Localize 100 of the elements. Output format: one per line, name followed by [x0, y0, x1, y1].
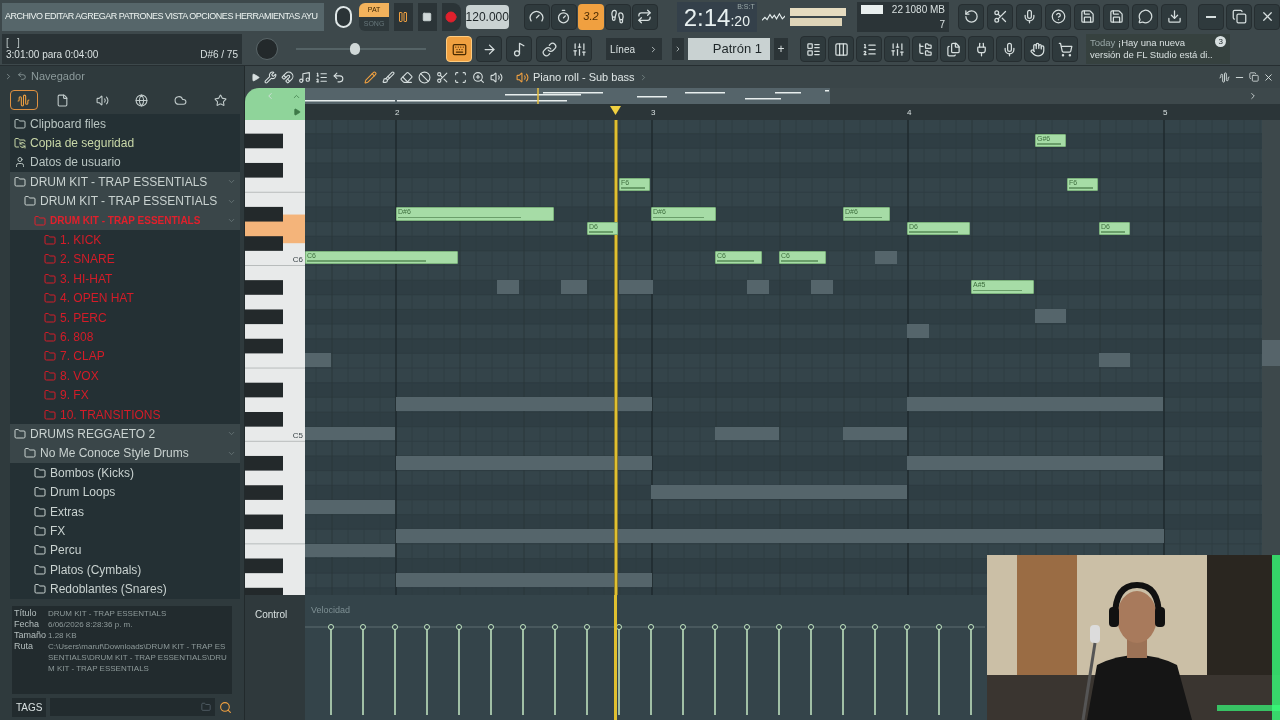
browser-button[interactable]	[912, 36, 938, 63]
tree-item[interactable]: Clipboard files	[10, 114, 240, 134]
note-icon[interactable]	[298, 70, 311, 84]
playlist-button[interactable]	[800, 36, 826, 63]
folder-icon	[14, 427, 26, 440]
tree-item[interactable]: 1. KICK	[10, 230, 240, 250]
search-icon[interactable]	[219, 700, 232, 714]
tree-item[interactable]: DRUMS REGGAETO 2	[10, 424, 240, 444]
tree-item[interactable]: Bombos (Kicks)	[10, 463, 240, 483]
help-button[interactable]	[1045, 3, 1071, 30]
blend-toggle[interactable]: 3.2	[577, 3, 604, 30]
cart-button[interactable]	[1052, 36, 1078, 63]
brush-tool[interactable]	[381, 69, 396, 85]
slice-icon	[436, 70, 449, 84]
magnet-icon[interactable]	[281, 70, 294, 84]
download-button[interactable]	[1161, 3, 1187, 30]
tempo-field[interactable]: 120.000	[465, 4, 509, 29]
ghost-note	[1099, 353, 1130, 368]
refresh-button[interactable]	[958, 3, 984, 30]
tree-item[interactable]: Drum Loops	[10, 482, 240, 502]
scissors-button[interactable]	[987, 3, 1013, 30]
stop-button[interactable]	[417, 2, 437, 31]
zoom-tool[interactable]	[471, 69, 486, 85]
add-pattern-button[interactable]: +	[774, 38, 788, 61]
back-icon[interactable]	[17, 71, 27, 81]
plug-button[interactable]	[968, 36, 994, 63]
mute-tool[interactable]	[417, 69, 432, 85]
tree-item[interactable]: Datos de usuario	[10, 152, 240, 173]
save-as-button[interactable]	[1103, 3, 1129, 30]
menu-bar[interactable]: ARCHIVO EDITAR AGREGAR PATRONES VISTA OPCIONES HERRAMIENTAS AYU	[2, 2, 324, 31]
microphone-button[interactable]	[1016, 3, 1042, 30]
close-button[interactable]	[1254, 3, 1280, 30]
tags-field[interactable]	[50, 698, 215, 716]
pattern-selector[interactable]: Patrón 1	[688, 38, 770, 61]
minimize-button[interactable]	[1198, 3, 1224, 30]
tree-item[interactable]: 10. TRANSITIONS	[10, 404, 240, 425]
key-label: C6	[292, 253, 303, 266]
channel-rack-button[interactable]	[856, 36, 882, 63]
speaker-icon[interactable]	[516, 70, 529, 84]
tree-item[interactable]: 4. OPEN HAT	[10, 288, 240, 308]
snap-dropdown[interactable]: Línea	[606, 38, 662, 61]
microphone-button[interactable]	[996, 36, 1022, 63]
arrow-button[interactable]	[476, 36, 502, 63]
pattern-overview-drawing[interactable]	[305, 88, 830, 104]
waveform-tab[interactable]	[9, 90, 38, 110]
song-time: 2:14	[683, 4, 731, 31]
tree-item[interactable]: 8. VOX	[10, 366, 240, 386]
pencil-icon	[364, 70, 377, 84]
close-icon[interactable]	[1263, 71, 1274, 83]
tree-item[interactable]: Extras	[10, 501, 240, 522]
tree-item[interactable]: No Me Conoce Style Drums	[10, 443, 240, 464]
tree-item[interactable]: 5. PERC	[10, 307, 240, 328]
loop-button[interactable]	[631, 3, 658, 30]
select-tool[interactable]	[453, 69, 468, 85]
link-button[interactable]	[536, 36, 562, 63]
tree-item[interactable]: Redoblantes (Snares)	[10, 579, 240, 599]
piano-keyboard[interactable]	[245, 120, 305, 595]
tree-item[interactable]: 3. HI-HAT	[10, 269, 240, 289]
mixer-button[interactable]	[884, 36, 910, 63]
restore-button[interactable]	[1226, 3, 1252, 30]
pause-button[interactable]	[394, 2, 413, 31]
wait-button[interactable]	[550, 3, 577, 30]
undo-icon[interactable]	[332, 70, 345, 84]
vertical-scrollbar[interactable]	[1262, 120, 1280, 555]
folder-icon	[44, 389, 56, 402]
tree-item[interactable]: 2. SNARE	[10, 249, 240, 270]
pencil-tool[interactable]	[363, 69, 378, 85]
step-button[interactable]	[506, 36, 532, 63]
step-button[interactable]	[604, 3, 631, 30]
voice-count: 7	[938, 17, 945, 32]
wrench-icon[interactable]	[264, 70, 277, 84]
tree-item[interactable]: 6. 808	[10, 327, 240, 347]
control-label[interactable]: Control	[255, 609, 288, 620]
news-panel[interactable]: Today ¡Hay una nueva versión de FL Studio está di.. 3	[1086, 34, 1230, 65]
hand-button[interactable]	[1024, 36, 1050, 63]
keyboard-button[interactable]	[446, 36, 472, 63]
files-button[interactable]	[940, 36, 966, 63]
list-icon[interactable]	[315, 70, 328, 84]
velocity-bars-drawing[interactable]	[305, 623, 985, 715]
bar-number: 3	[651, 107, 656, 119]
scroll-right-icon[interactable]	[1248, 91, 1258, 101]
tree-item[interactable]: 7. CLAP	[10, 346, 240, 367]
save-button[interactable]	[1074, 3, 1100, 30]
piano-roll-button[interactable]	[828, 36, 854, 63]
slice-tool[interactable]	[435, 69, 450, 85]
master-pitch-slider[interactable]	[350, 43, 360, 56]
delete-tool[interactable]	[399, 69, 414, 85]
restore-icon[interactable]	[1249, 72, 1259, 82]
tree-item[interactable]: Platos (Cymbals)	[10, 560, 240, 580]
menu-arrow-icon[interactable]	[251, 72, 260, 82]
tree-item[interactable]: FX	[10, 521, 240, 541]
volume-knob[interactable]	[335, 5, 353, 28]
chat-button[interactable]	[1132, 3, 1158, 30]
tree-item[interactable]: 9. FX	[10, 385, 240, 405]
tree-item[interactable]: Percu	[10, 540, 240, 560]
tree-item[interactable]: DRUM KIT - TRAP ESSENTIALS	[10, 191, 240, 211]
playhead-marker-icon[interactable]	[610, 106, 621, 115]
stop-icon	[422, 11, 433, 22]
tree-item[interactable]: DRUM KIT - TRAP ESSENTIALS	[10, 172, 240, 192]
tree-item[interactable]: Copia de seguridad	[10, 133, 240, 153]
